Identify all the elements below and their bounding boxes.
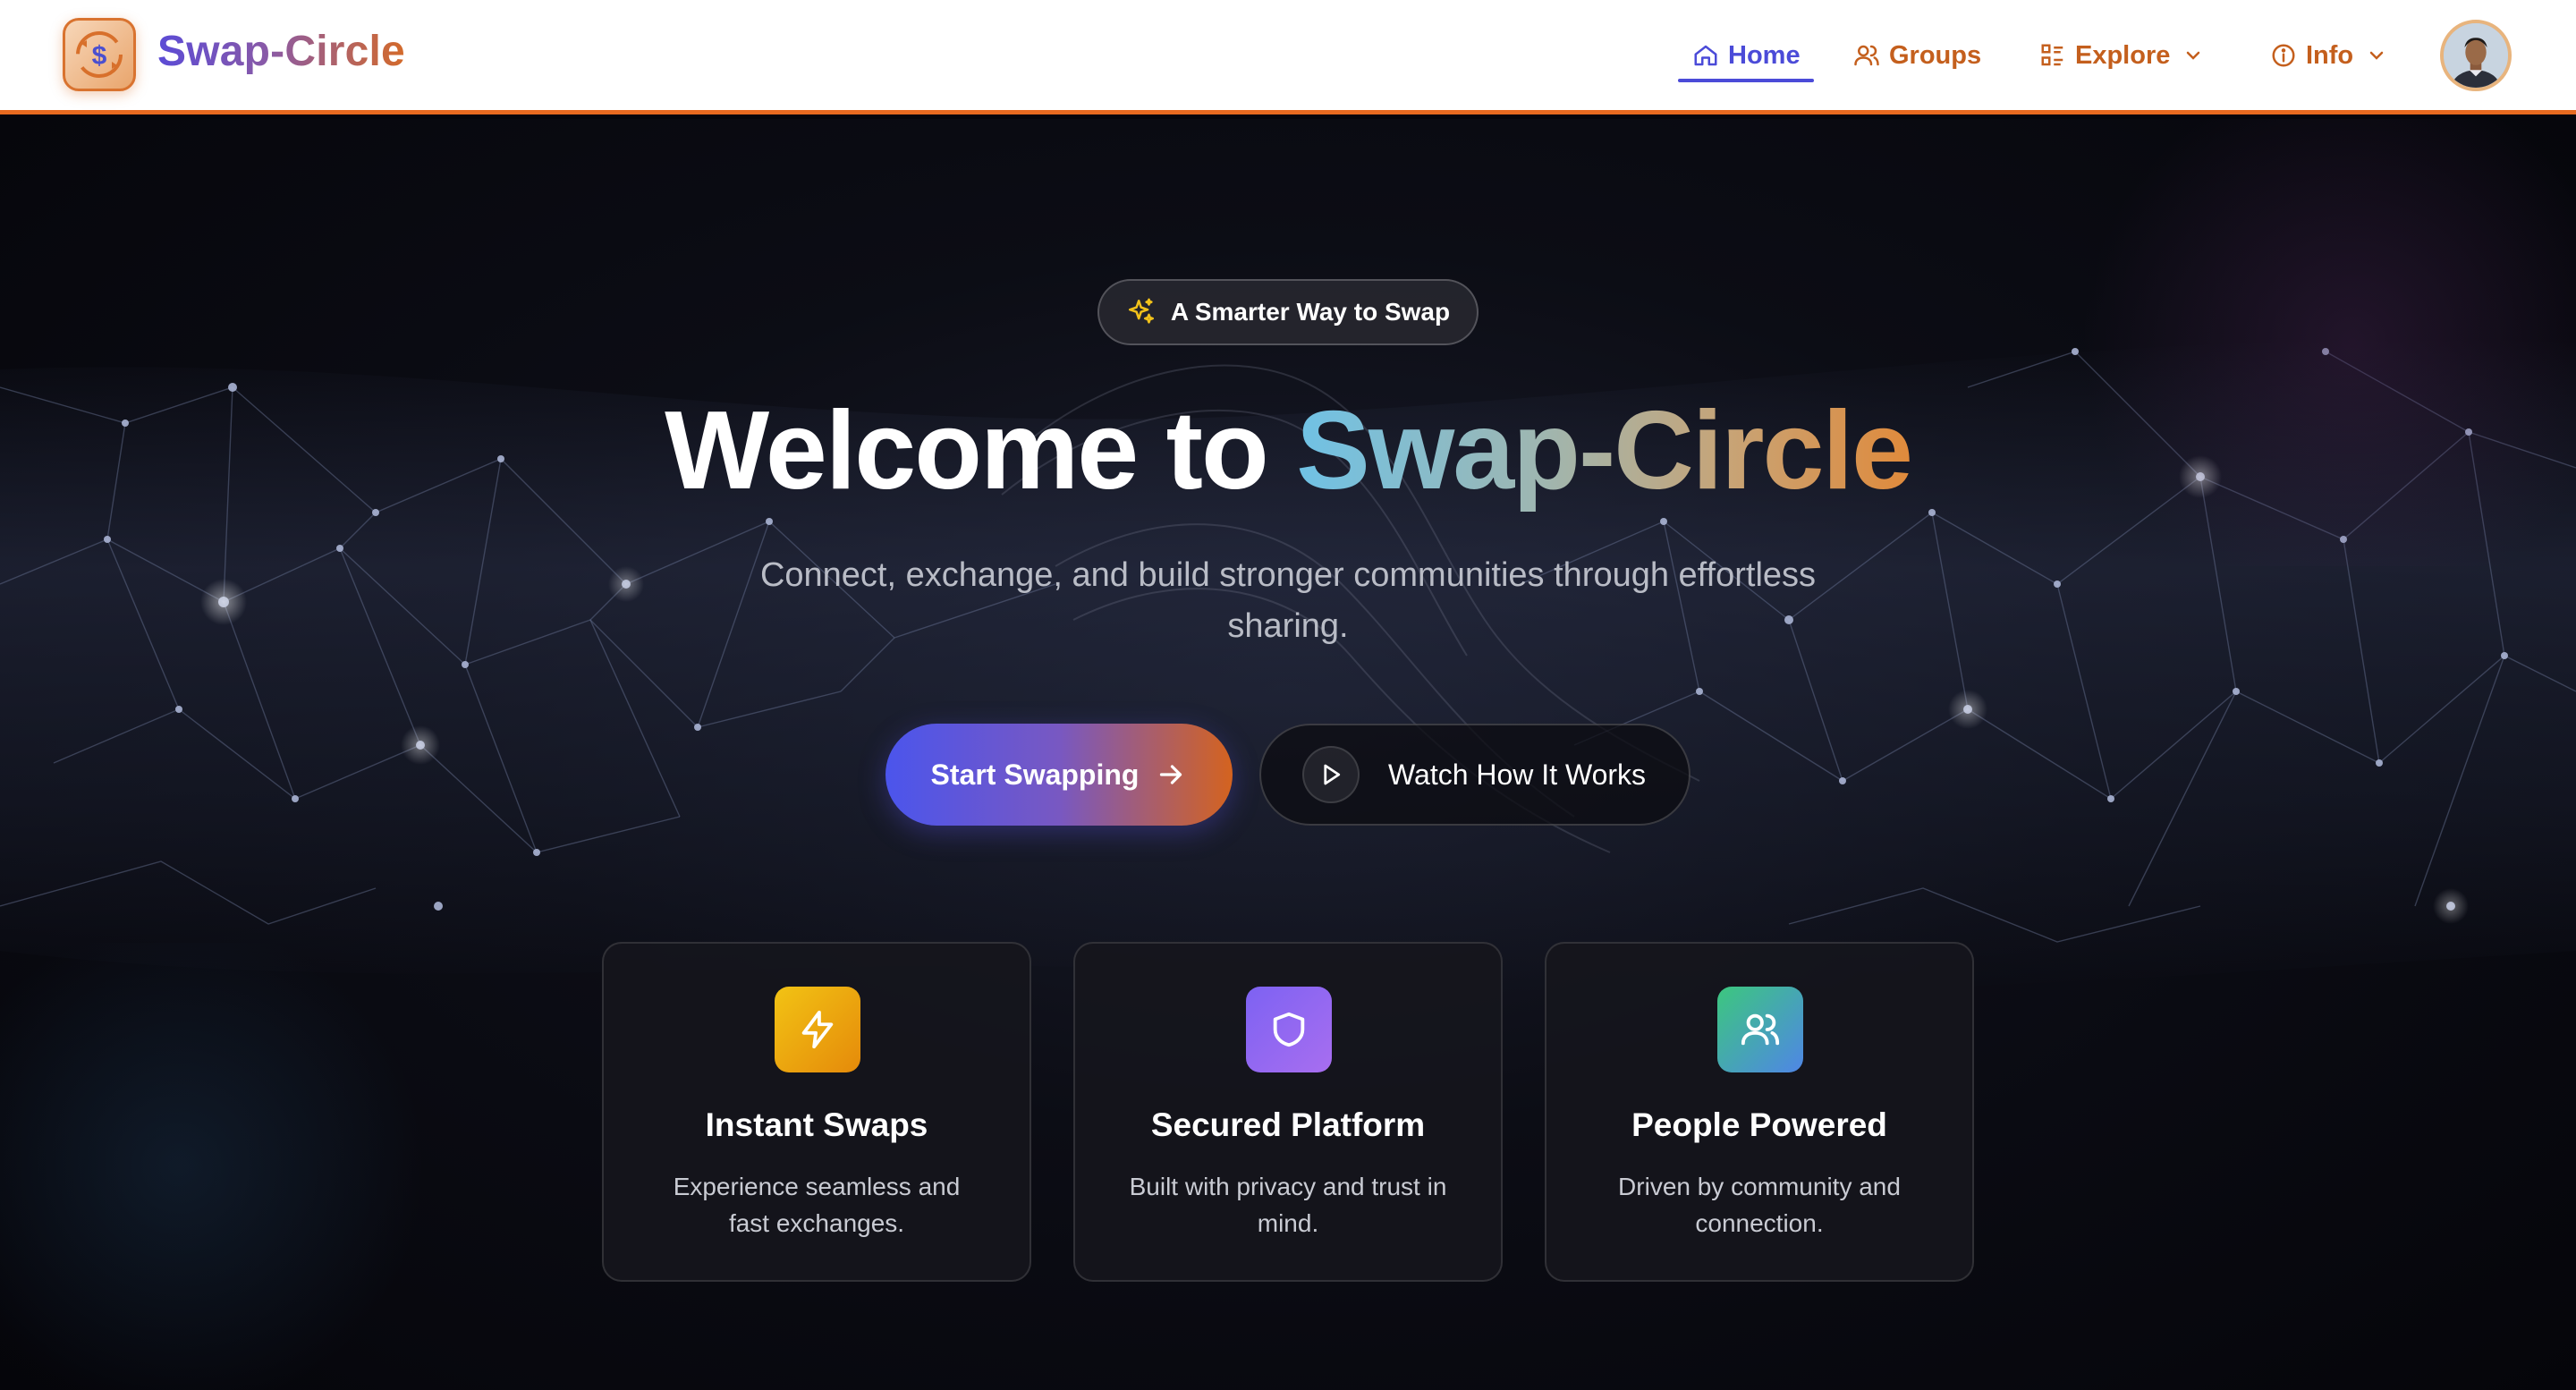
info-icon [2272, 44, 2295, 67]
lightning-icon [775, 987, 860, 1072]
nav-groups[interactable]: Groups [1853, 36, 1981, 75]
hero-badge-label: A Smarter Way to Swap [1170, 298, 1451, 326]
start-swapping-label: Start Swapping [930, 758, 1140, 791]
hero-badge: A Smarter Way to Swap [1097, 279, 1479, 345]
feature-card-people-powered: People Powered Driven by community and c… [1545, 942, 1974, 1282]
hero-subtitle: Connect, exchange, and build stronger co… [759, 556, 1817, 645]
svg-text:$: $ [92, 41, 107, 71]
nav-info-label: Info [2306, 40, 2354, 70]
arrow-right-icon [1160, 765, 1182, 784]
swap-dollar-icon[interactable]: $ [63, 18, 136, 91]
top-navbar: $ Swap-Circle Home Groups Explore Info [0, 0, 2576, 114]
feature-card-instant-swaps: Instant Swaps Experience seamless and fa… [602, 942, 1031, 1282]
nav-home-label: Home [1728, 40, 1801, 70]
play-button-circle [1302, 746, 1360, 803]
feature-description: Experience seamless and fast exchanges. [673, 1173, 961, 1237]
users-icon [1717, 987, 1803, 1072]
nav-explore[interactable]: Explore [2039, 36, 2204, 75]
hero-glow [0, 943, 447, 1390]
start-swapping-button[interactable]: Start Swapping [886, 724, 1233, 826]
feature-card-secured-platform: Secured Platform Built with privacy and … [1073, 942, 1503, 1282]
feature-title: Secured Platform [1150, 1106, 1426, 1143]
feature-title: People Powered [1631, 1106, 1887, 1143]
home-icon [1694, 45, 1717, 66]
watch-how-it-works-button[interactable]: Watch How It Works [1259, 724, 1690, 826]
nav-groups-label: Groups [1889, 40, 1982, 70]
user-avatar[interactable] [2440, 20, 2512, 91]
chevron-down-icon [2369, 51, 2384, 60]
hero-title-highlight: Swap-Circle [1296, 389, 1913, 513]
nav-explore-label: Explore [2075, 40, 2171, 70]
nav-home[interactable]: Home [1692, 36, 1801, 75]
list-grid-icon [2041, 44, 2063, 66]
watch-how-it-works-label: Watch How It Works [1388, 758, 1647, 791]
feature-description: Built with privacy and trust in mind. [1129, 1173, 1447, 1237]
feature-title: Instant Swaps [705, 1106, 928, 1143]
users-icon [1854, 45, 1879, 66]
feature-description: Driven by community and connection. [1618, 1173, 1901, 1237]
nav-info[interactable]: Info [2270, 36, 2387, 75]
hero-title-prefix: Welcome to [665, 389, 1297, 513]
brand-name[interactable]: Swap-Circle [157, 27, 405, 76]
sparkles-icon [1128, 298, 1154, 324]
active-tab-indicator [1678, 79, 1814, 82]
play-icon [1324, 764, 1341, 785]
shield-icon [1246, 987, 1332, 1072]
chevron-down-icon [2187, 51, 2200, 60]
hero-section: A Smarter Way to Swap Welcome to Swap-Ci… [0, 119, 2576, 1390]
hero-title: Welcome to Swap-Circle [0, 387, 2576, 514]
